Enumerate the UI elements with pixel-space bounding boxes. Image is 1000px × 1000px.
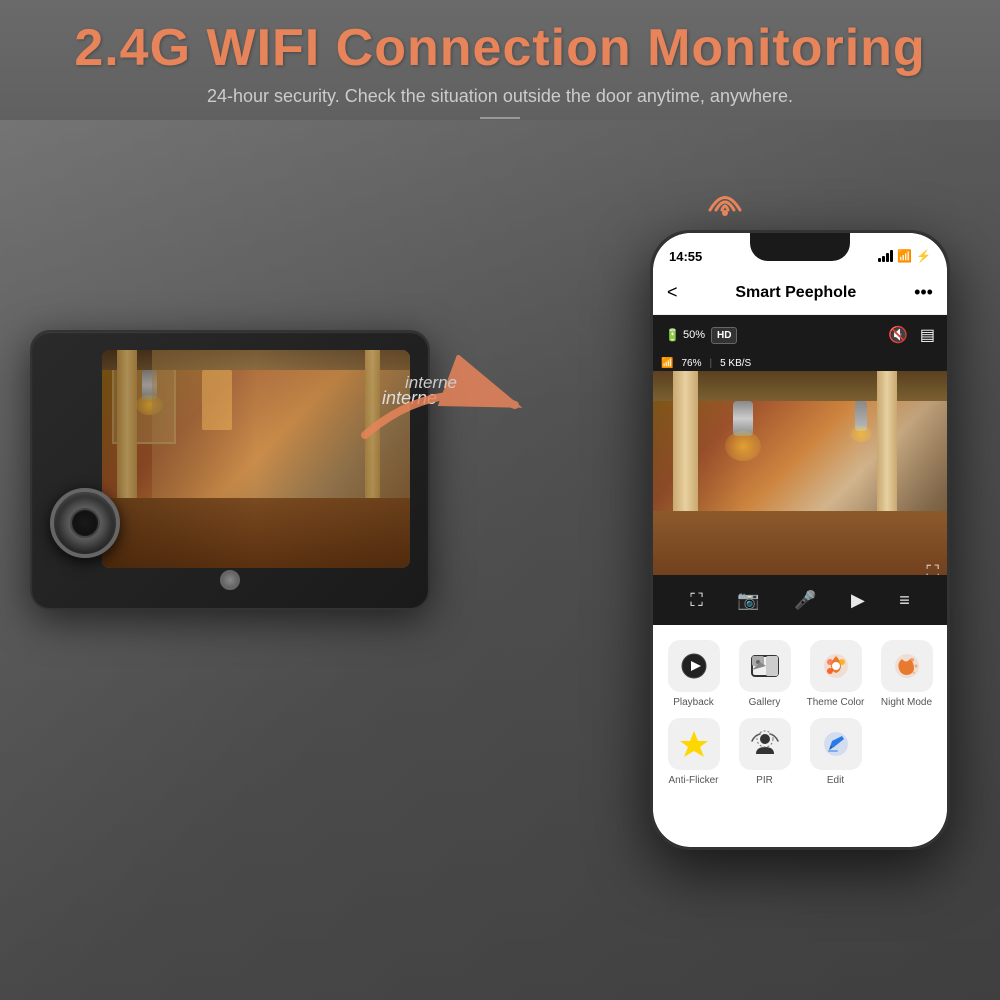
pir-label: PIR [756,775,773,786]
wifi-feed-icon: 📶 [661,358,673,369]
lens-inner [70,508,100,538]
theme-icon-wrap [810,640,862,692]
gallery-icon-wrap [739,640,791,692]
feed-status-bar: 📶 76% | 5 KB/S [653,355,947,371]
antiflicker-label: Anti-Flicker [668,775,718,786]
antiflicker-icon [680,729,708,759]
edit-icon [822,730,850,758]
antiflicker-icon-wrap [668,718,720,770]
signal-bar-1 [878,258,881,262]
edit-icon-wrap [810,718,862,770]
phone-container: 14:55 📶 ⚡ < Smart Peephole ••• [650,230,950,850]
connection-arrow: interne [355,355,535,480]
playback-icon-wrap [668,640,720,692]
battery-percentage: 50% [683,329,705,341]
snapshot-icon[interactable]: 📷 [737,590,759,611]
signal-bars-icon [878,250,893,262]
night-icon-wrap [881,640,933,692]
menu-item-gallery[interactable]: Gallery [734,640,795,708]
playback-icon [680,652,708,680]
menu-item-playback[interactable]: Playback [663,640,724,708]
signal-bar-4 [890,250,893,262]
battery-icon-status: ⚡ [916,249,931,263]
speed-divider: | [709,358,712,369]
status-icons: 📶 ⚡ [878,241,931,263]
menu-grid: Playback Gall [663,640,937,786]
feed-speed: 5 KB/S [720,358,751,369]
header-divider [480,117,520,119]
fullscreen-ctrl-icon[interactable]: ⛶ [690,590,703,611]
status-time: 14:55 [669,241,702,264]
battery-status: 🔋 50% [665,328,705,342]
settings-ctrl-icon[interactable]: ≡ [899,590,910,611]
hd-badge: HD [711,327,737,344]
more-button[interactable]: ••• [914,282,933,303]
cam-right-controls: 🔇 ▤ [888,325,935,345]
camera-controls-bar: 🔋 50% HD 🔇 ▤ [653,315,947,355]
main-title: 2.4G WIFI Connection Monitoring [0,18,1000,78]
wifi-feed-percentage: 76% [681,358,701,369]
bottom-camera-controls: ⛶ 📷 🎤 ▶ ≡ [653,575,947,625]
cam-left-controls: 🔋 50% HD [665,327,737,344]
signal-bar-2 [882,256,885,262]
menu-item-night[interactable]: Night Mode [876,640,937,708]
menu-item-antiflicker[interactable]: Anti-Flicker [663,718,724,786]
menu-item-theme[interactable]: Theme Color [805,640,866,708]
porch-light-glow [725,431,761,461]
theme-icon [821,651,851,681]
wifi-signal-icon [700,180,750,225]
pir-icon [750,729,780,759]
battery-body: 🔋 [665,328,680,342]
app-header: < Smart Peephole ••• [653,271,947,315]
signal-bar-3 [886,253,889,262]
gallery-icon [750,652,780,680]
app-menu: Playback Gall [653,625,947,847]
back-button[interactable]: < [667,282,678,303]
gallery-label: Gallery [749,697,781,708]
phone-notch [750,233,850,261]
menu-item-edit[interactable]: Edit [805,718,866,786]
pir-icon-wrap [739,718,791,770]
edit-label: Edit [827,775,844,786]
phone-screen: 14:55 📶 ⚡ < Smart Peephole ••• [653,233,947,847]
sub-title: 24-hour security. Check the situation ou… [0,86,1000,107]
mute-icon[interactable]: 🔇 [888,325,908,345]
theme-label: Theme Color [807,697,865,708]
app-title: Smart Peephole [735,284,856,302]
microphone-icon[interactable]: 🎤 [794,590,816,611]
device-lens [50,488,120,558]
interne-text: interne [405,373,457,393]
playback-label: Playback [673,697,714,708]
menu-item-pir[interactable]: PIR [734,718,795,786]
night-mode-icon [892,651,922,681]
record-icon[interactable]: ▶ [851,590,865,611]
wifi-icon: 📶 [897,249,912,263]
device-button [220,570,240,590]
phone-mockup: 14:55 📶 ⚡ < Smart Peephole ••• [650,230,950,850]
night-label: Night Mode [881,697,932,708]
porch-light-2-glow [850,426,872,442]
layout-icon[interactable]: ▤ [920,325,935,345]
header-section: 2.4G WIFI Connection Monitoring 24-hour … [0,0,1000,119]
camera-feed: ⛶ [653,371,947,591]
